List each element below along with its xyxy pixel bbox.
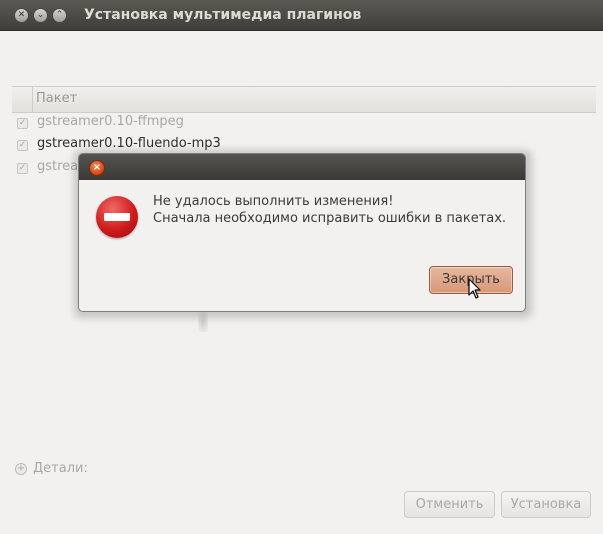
details-expander-icon[interactable]: + [15, 463, 27, 475]
error-message-detail: Сначала необходимо исправить ошибки в па… [153, 211, 507, 226]
table-row-label[interactable]: gstreamer0.10-fluendo-mp3 [37, 136, 221, 151]
dialog-close-icon[interactable]: × [89, 160, 105, 176]
table-header-divider [32, 86, 33, 112]
window-title: Установка мультимедиа плагинов [84, 7, 362, 23]
window-maximize-icon[interactable]: ⌃ [52, 8, 67, 23]
dialog-titlebar [79, 154, 525, 180]
error-dialog: × Не удалось выполнить изменения! Сначал… [78, 153, 526, 312]
row-checkbox[interactable]: ✓ [17, 118, 28, 129]
error-icon-bar [104, 213, 130, 221]
table-row-label[interactable]: gstreamer0.10-ffmpeg [37, 114, 184, 129]
window-close-icon[interactable]: ✕ [14, 8, 29, 23]
dialog-shadow-tail [198, 312, 208, 332]
table-row-label[interactable]: gstrea [37, 159, 78, 174]
table-header [12, 86, 596, 113]
install-button[interactable]: Установка [501, 491, 591, 518]
cancel-button[interactable]: Отменить [404, 491, 495, 518]
mouse-pointer-icon [468, 278, 481, 299]
error-message-title: Не удалось выполнить изменения! [153, 194, 394, 209]
row-checkbox[interactable]: ✓ [17, 163, 28, 174]
column-header-package[interactable]: Пакет [36, 91, 77, 106]
details-label[interactable]: Детали: [33, 461, 88, 476]
window-minimize-icon[interactable]: ⌄ [33, 8, 48, 23]
row-checkbox[interactable]: ✓ [17, 140, 28, 151]
